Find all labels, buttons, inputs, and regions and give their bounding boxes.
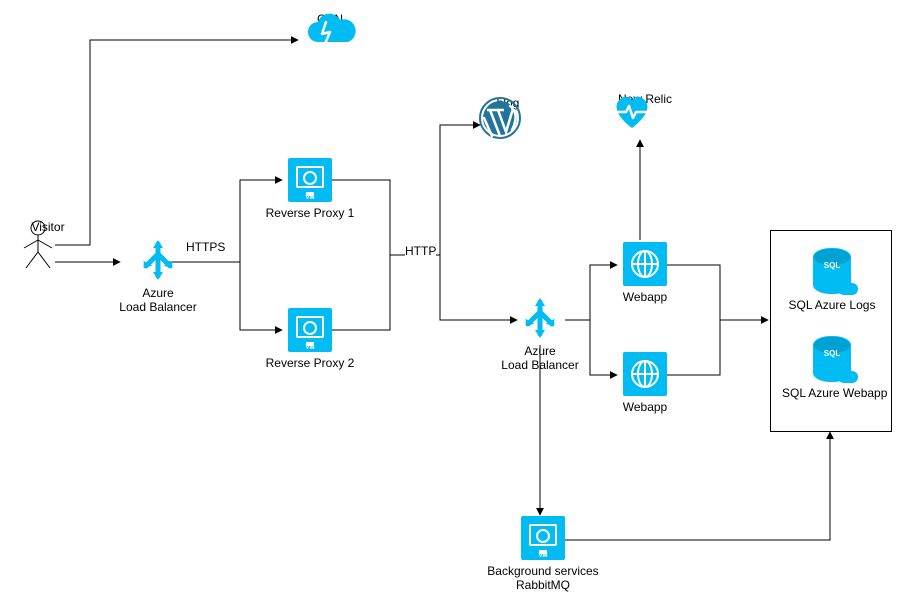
node-lb2: Azure Load Balancer [500,296,580,373]
load-balancer-icon [518,296,562,340]
node-blog: blog [478,96,538,110]
node-lb1: Azure Load Balancer [118,238,198,315]
node-proxy2: VM Reverse Proxy 2 [260,308,360,370]
bg-label: Background services RabbitMQ [478,564,608,593]
edge-label-http: HTTP [405,244,436,258]
wordpress-icon [478,96,522,140]
sql-database-icon: SQL [813,248,851,294]
vm-icon: VM [288,308,332,352]
lb2-label: Azure Load Balancer [500,344,580,373]
node-visitor: Visitor [18,220,78,234]
node-sqlwebapp: SQL SQL Azure Webapp [782,336,882,400]
sql-database-icon: SQL [813,336,851,382]
node-bg: VM Background services RabbitMQ [478,516,608,593]
visitor-icon [18,220,58,270]
load-balancer-icon [136,238,180,282]
node-cdn: CDN [300,12,360,26]
webapp2-label: Webapp [610,400,680,414]
node-sqllogs: SQL SQL Azure Logs [782,248,882,312]
vm-icon: VM [288,158,332,202]
edge-merge-lb2 [390,255,517,320]
sqllogs-label: SQL Azure Logs [782,298,882,312]
node-webapp1: Webapp [610,242,680,304]
node-newrelic: New Relic [610,92,680,106]
webapp1-label: Webapp [610,290,680,304]
proxy1-label: Reverse Proxy 1 [260,206,360,220]
node-proxy1: VM Reverse Proxy 1 [260,158,360,220]
lb1-label: Azure Load Balancer [118,286,198,315]
node-webapp2: Webapp [610,352,680,414]
webapp-icon [623,352,667,396]
webapp-icon [623,242,667,286]
edge-merge-blog [390,125,480,255]
proxy2-label: Reverse Proxy 2 [260,356,360,370]
cloud-icon [300,12,356,50]
heart-pulse-icon [610,92,654,132]
sqlwebapp-label: SQL Azure Webapp [782,386,882,400]
vm-icon: VM [521,516,565,560]
